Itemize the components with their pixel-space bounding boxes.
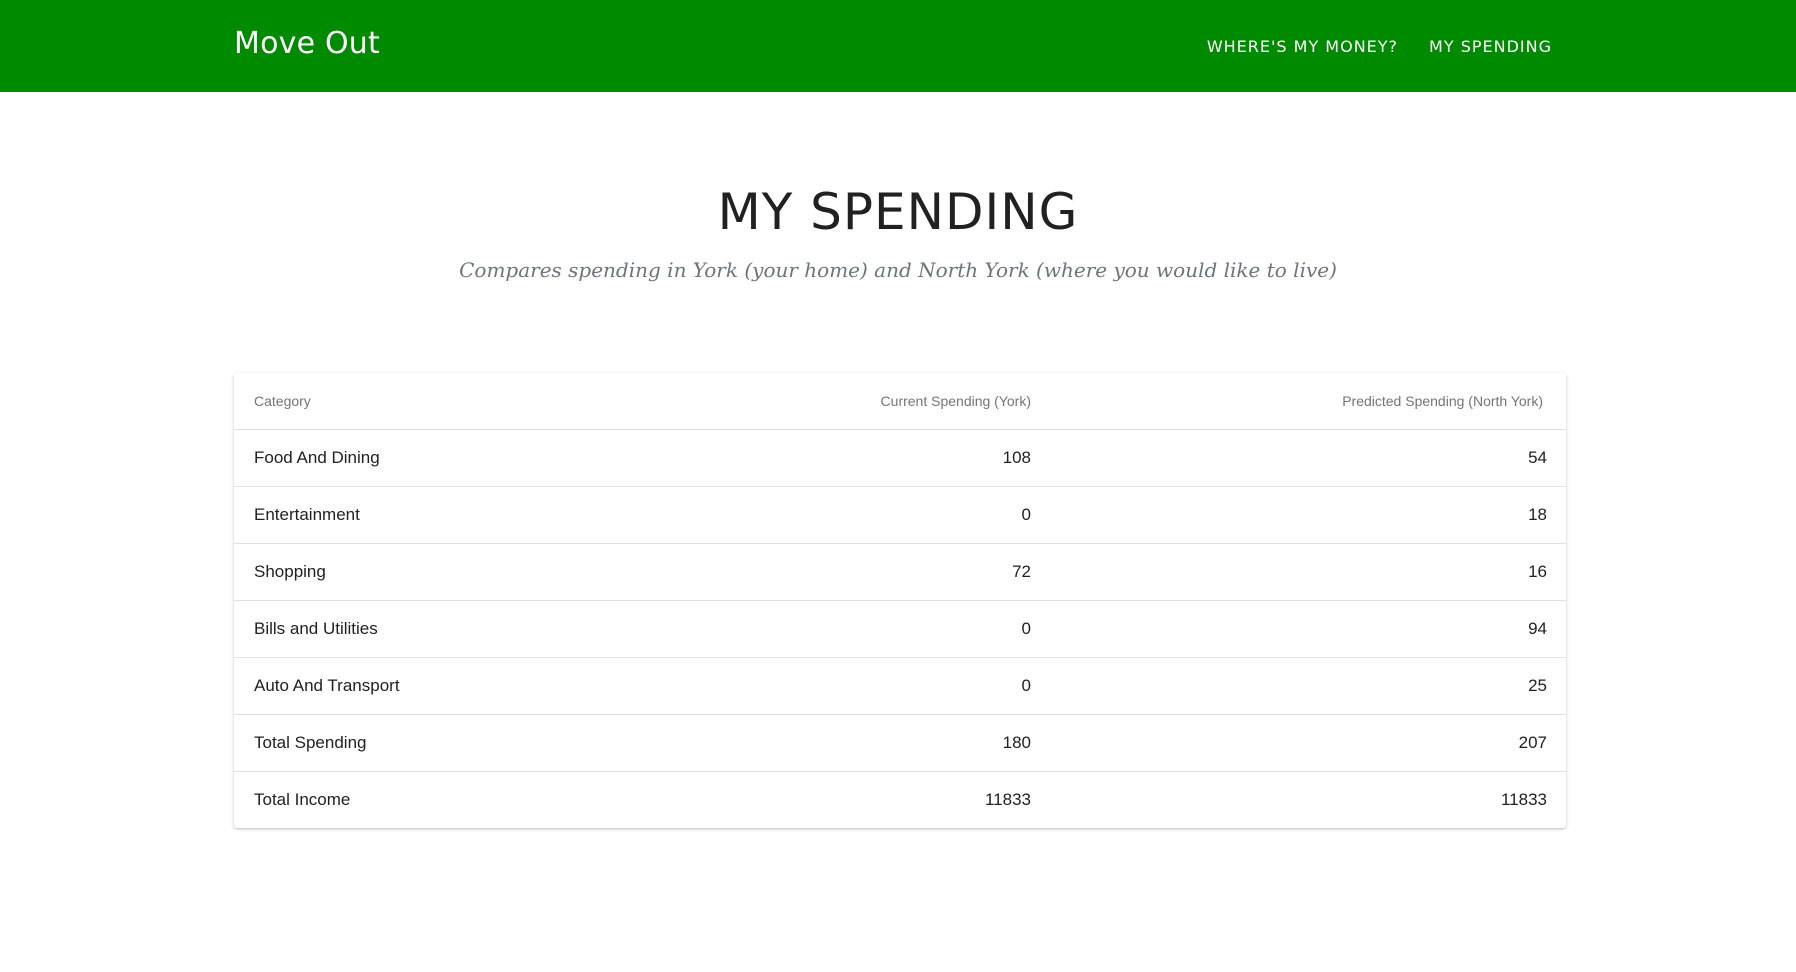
page-title: MY SPENDING [717,183,1079,241]
nav-link-my-spending[interactable]: MY SPENDING [1429,37,1552,56]
cell-predicted: 11833 [1500,790,1547,809]
cell-category: Entertainment [234,486,684,544]
cell-category: Total Spending [234,714,684,772]
nav-link-wheres-my-money[interactable]: WHERE'S MY MONEY? [1207,37,1398,56]
table-row: Entertainment 0 18 [234,486,1566,544]
header-category[interactable]: Category [234,373,684,430]
nav-menu: WHERE'S MY MONEY? MY SPENDING [1207,0,1552,92]
cell-category: Shopping [234,543,684,601]
header-predicted-spending[interactable]: Predicted Spending (North York) [1031,373,1566,430]
spending-table-card: Category Current Spending (York) Predict… [234,373,1566,828]
cell-current: 0 [684,600,1031,658]
table-row: Shopping 72 16 [234,543,1566,601]
cell-current: 72 [684,543,1031,601]
table-row: Food And Dining 108 54 [234,429,1566,487]
top-navbar: Move Out WHERE'S MY MONEY? MY SPENDING [0,0,1796,92]
cell-current: 11833 [984,790,1031,809]
table-row: Auto And Transport 0 25 [234,657,1566,715]
table-row-total-spending: Total Spending 180 207 [234,714,1566,772]
cell-predicted: 94 [1031,600,1566,658]
cell-category: Total Income [254,790,351,809]
cell-predicted: 25 [1031,657,1566,715]
cell-predicted: 54 [1031,429,1566,487]
table-row-total-income: Total Income 11833 11833 [234,772,1566,829]
cell-current: 108 [684,429,1031,487]
header-current-spending[interactable]: Current Spending (York) [684,373,1031,430]
page-subtitle: Compares spending in York (your home) an… [459,258,1337,282]
cell-category: Bills and Utilities [234,600,684,658]
cell-category: Food And Dining [234,429,684,487]
cell-predicted: 18 [1031,486,1566,544]
cell-predicted: 207 [1031,714,1566,772]
cell-current: 0 [684,657,1031,715]
brand-logo-link[interactable]: Move Out [234,24,380,64]
cell-current: 180 [684,714,1031,772]
cell-current: 0 [684,486,1031,544]
cell-predicted: 16 [1031,543,1566,601]
table-header-row: Category Current Spending (York) Predict… [234,373,1566,430]
table-row: Bills and Utilities 0 94 [234,600,1566,658]
spending-table: Category Current Spending (York) Predict… [234,373,1566,828]
cell-category: Auto And Transport [234,657,684,715]
